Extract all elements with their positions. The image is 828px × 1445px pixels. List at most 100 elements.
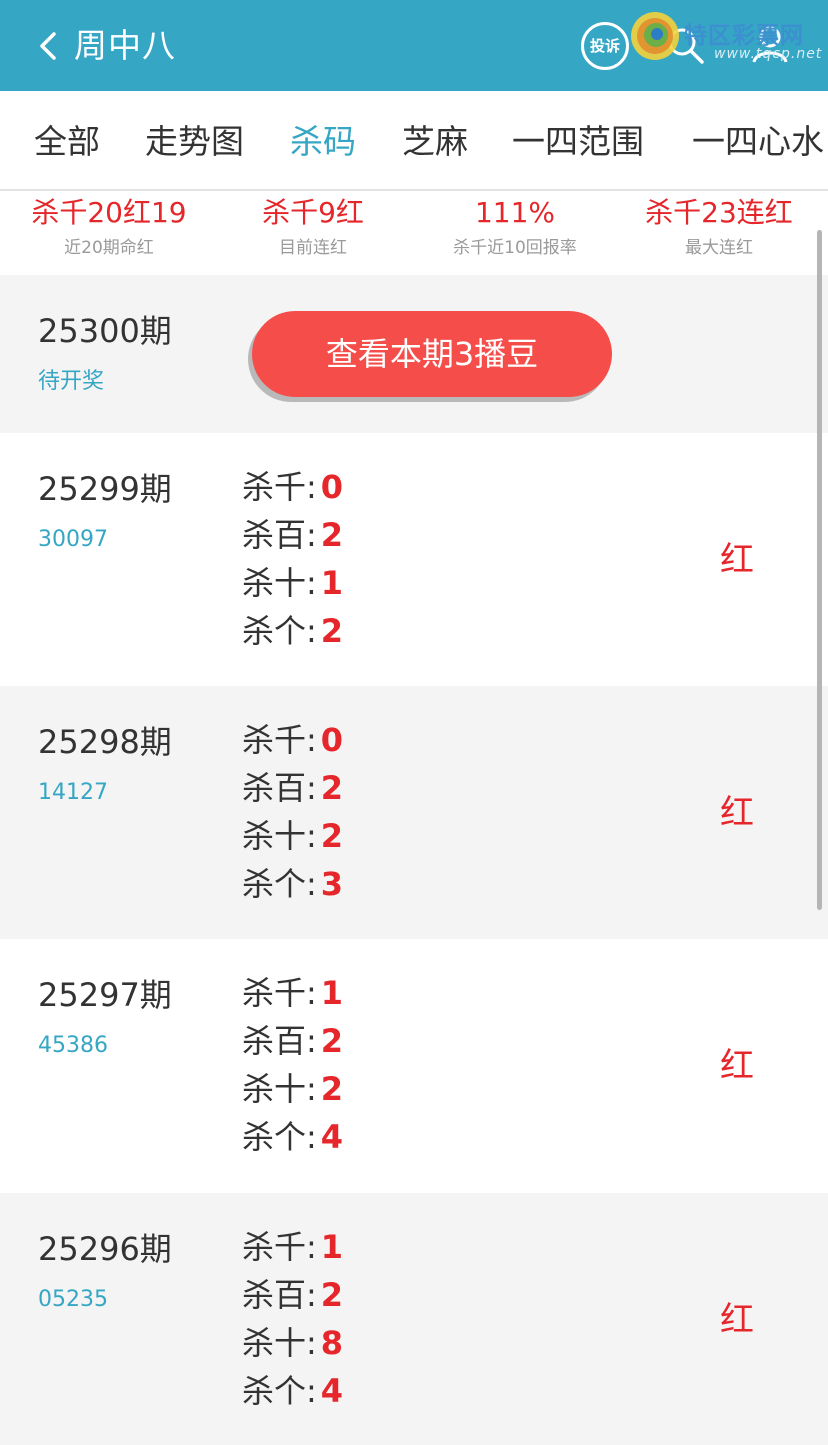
stat-label: 杀千近10回报率	[453, 238, 577, 258]
view-current-button[interactable]: 查看本期3播豆	[252, 311, 612, 397]
draw-number: 05235	[38, 1287, 108, 1312]
result-badge: 红	[720, 1046, 754, 1086]
stat-value: 杀千20红19	[31, 196, 187, 229]
kill-ge: 杀个: 3	[242, 860, 343, 908]
issue-number: 25296期	[38, 1230, 172, 1268]
kill-label: 杀十:	[242, 817, 317, 855]
stat-label: 目前连红	[279, 238, 347, 258]
kill-value: 2	[320, 1070, 344, 1108]
kill-label: 杀个:	[242, 1372, 317, 1410]
kill-shi: 杀十: 2	[242, 812, 343, 860]
kill-label: 杀千:	[242, 468, 317, 506]
tab-trend-chart[interactable]: 走势图	[145, 119, 244, 165]
kill-list: 杀千: 0 杀百: 2 杀十: 1 杀个: 2	[242, 463, 343, 655]
kill-value: 1	[320, 974, 344, 1012]
tab-bar: 全部 走势图 杀码 芝麻 一四范围 一四心水	[0, 91, 828, 191]
kill-value: 2	[320, 1276, 344, 1314]
stat-label: 最大连红	[685, 238, 753, 258]
stat-value: 111%	[474, 196, 556, 229]
stat-max-streak: 杀千23连红 最大连红	[614, 191, 824, 261]
kill-list: 杀千: 1 杀百: 2 杀十: 8 杀个: 4	[242, 1223, 343, 1415]
kill-value: 3	[320, 865, 344, 903]
kill-value: 8	[320, 1324, 344, 1362]
kill-bai: 杀百: 2	[242, 764, 343, 812]
kill-label: 杀百:	[242, 516, 317, 554]
kill-label: 杀个:	[242, 612, 317, 650]
kill-shi: 杀十: 2	[242, 1065, 343, 1113]
kill-label: 杀十:	[242, 1324, 317, 1362]
kill-label: 杀十:	[242, 1070, 317, 1108]
stat-value: 杀千23连红	[645, 196, 793, 229]
stat-recent-20: 杀千20红19 近20期命红	[4, 191, 214, 261]
kill-label: 杀十:	[242, 564, 317, 602]
draw-number: 14127	[38, 780, 108, 805]
tab-sesame[interactable]: 芝麻	[402, 119, 468, 165]
kill-list: 杀千: 0 杀百: 2 杀十: 2 杀个: 3	[242, 716, 343, 908]
kill-qian: 杀千: 1	[242, 969, 343, 1017]
stat-return-rate: 111% 杀千近10回报率	[410, 191, 620, 261]
kill-value: 4	[320, 1118, 344, 1156]
stats-bar: 杀千20红19 近20期命红 杀千9红 目前连红 111% 杀千近10回报率 杀…	[0, 191, 828, 275]
issue-number: 25297期	[38, 976, 172, 1014]
tab-one-four-range[interactable]: 一四范围	[512, 119, 644, 165]
kill-qian: 杀千: 1	[242, 1223, 343, 1271]
issue-status: 待开奖	[38, 369, 105, 394]
app-header: 周中八 投诉 特区彩票网 www.tqcp.net	[0, 0, 828, 91]
draw-number: 45386	[38, 1033, 108, 1058]
issue-number: 25300期	[38, 312, 172, 350]
stat-current-streak: 杀千9红 目前连红	[208, 191, 418, 261]
kill-bai: 杀百: 2	[242, 1271, 343, 1319]
kill-value: 2	[320, 769, 344, 807]
table-row[interactable]: 25296期 05235 杀千: 1 杀百: 2 杀十: 8 杀个: 4 红	[0, 1193, 828, 1445]
tab-all[interactable]: 全部	[34, 119, 100, 165]
watermark-url: www.tqcp.net	[714, 46, 823, 62]
kill-label: 杀百:	[242, 1022, 317, 1060]
kill-shi: 杀十: 1	[242, 559, 343, 607]
kill-shi: 杀十: 8	[242, 1319, 343, 1367]
kill-label: 杀个:	[242, 1118, 317, 1156]
tab-one-four-heart[interactable]: 一四心水	[692, 119, 824, 165]
kill-value: 4	[320, 1372, 344, 1410]
table-row[interactable]: 25298期 14127 杀千: 0 杀百: 2 杀十: 2 杀个: 3 红	[0, 686, 828, 939]
table-row[interactable]: 25297期 45386 杀千: 1 杀百: 2 杀十: 2 杀个: 4 红	[0, 939, 828, 1193]
kill-qian: 杀千: 0	[242, 463, 343, 511]
kill-label: 杀千:	[242, 974, 317, 1012]
swirl-logo-icon	[631, 12, 679, 60]
draw-number: 30097	[38, 527, 108, 552]
tab-kill-code[interactable]: 杀码	[290, 119, 356, 165]
kill-value: 2	[320, 516, 344, 554]
kill-value: 2	[320, 1022, 344, 1060]
scrollbar[interactable]	[817, 230, 822, 910]
kill-value: 0	[320, 721, 344, 759]
kill-bai: 杀百: 2	[242, 1017, 343, 1065]
kill-ge: 杀个: 4	[242, 1113, 343, 1161]
stat-label: 近20期命红	[64, 238, 154, 258]
current-issue-row: 25300期 待开奖 查看本期3播豆	[0, 275, 828, 433]
kill-value: 2	[320, 817, 344, 855]
kill-label: 杀千:	[242, 721, 317, 759]
chevron-left-icon[interactable]	[34, 28, 64, 64]
kill-value: 1	[320, 1228, 344, 1266]
kill-label: 杀百:	[242, 769, 317, 807]
issue-number: 25298期	[38, 723, 172, 761]
kill-ge: 杀个: 4	[242, 1367, 343, 1415]
watermark-text: 特区彩票网	[684, 23, 804, 49]
kill-value: 1	[320, 564, 344, 602]
kill-label: 杀个:	[242, 865, 317, 903]
result-badge: 红	[720, 540, 754, 580]
kill-label: 杀百:	[242, 1276, 317, 1314]
kill-list: 杀千: 1 杀百: 2 杀十: 2 杀个: 4	[242, 969, 343, 1161]
result-badge: 红	[720, 793, 754, 833]
stat-value: 杀千9红	[262, 196, 364, 229]
kill-label: 杀千:	[242, 1228, 317, 1266]
issue-number: 25299期	[38, 470, 172, 508]
kill-qian: 杀千: 0	[242, 716, 343, 764]
result-badge: 红	[720, 1300, 754, 1340]
kill-value: 2	[320, 612, 344, 650]
kill-ge: 杀个: 2	[242, 607, 343, 655]
complain-button[interactable]: 投诉	[581, 22, 629, 70]
table-row[interactable]: 25299期 30097 杀千: 0 杀百: 2 杀十: 1 杀个: 2 红	[0, 433, 828, 686]
kill-bai: 杀百: 2	[242, 511, 343, 559]
kill-value: 0	[320, 468, 344, 506]
page-title: 周中八	[74, 26, 176, 65]
